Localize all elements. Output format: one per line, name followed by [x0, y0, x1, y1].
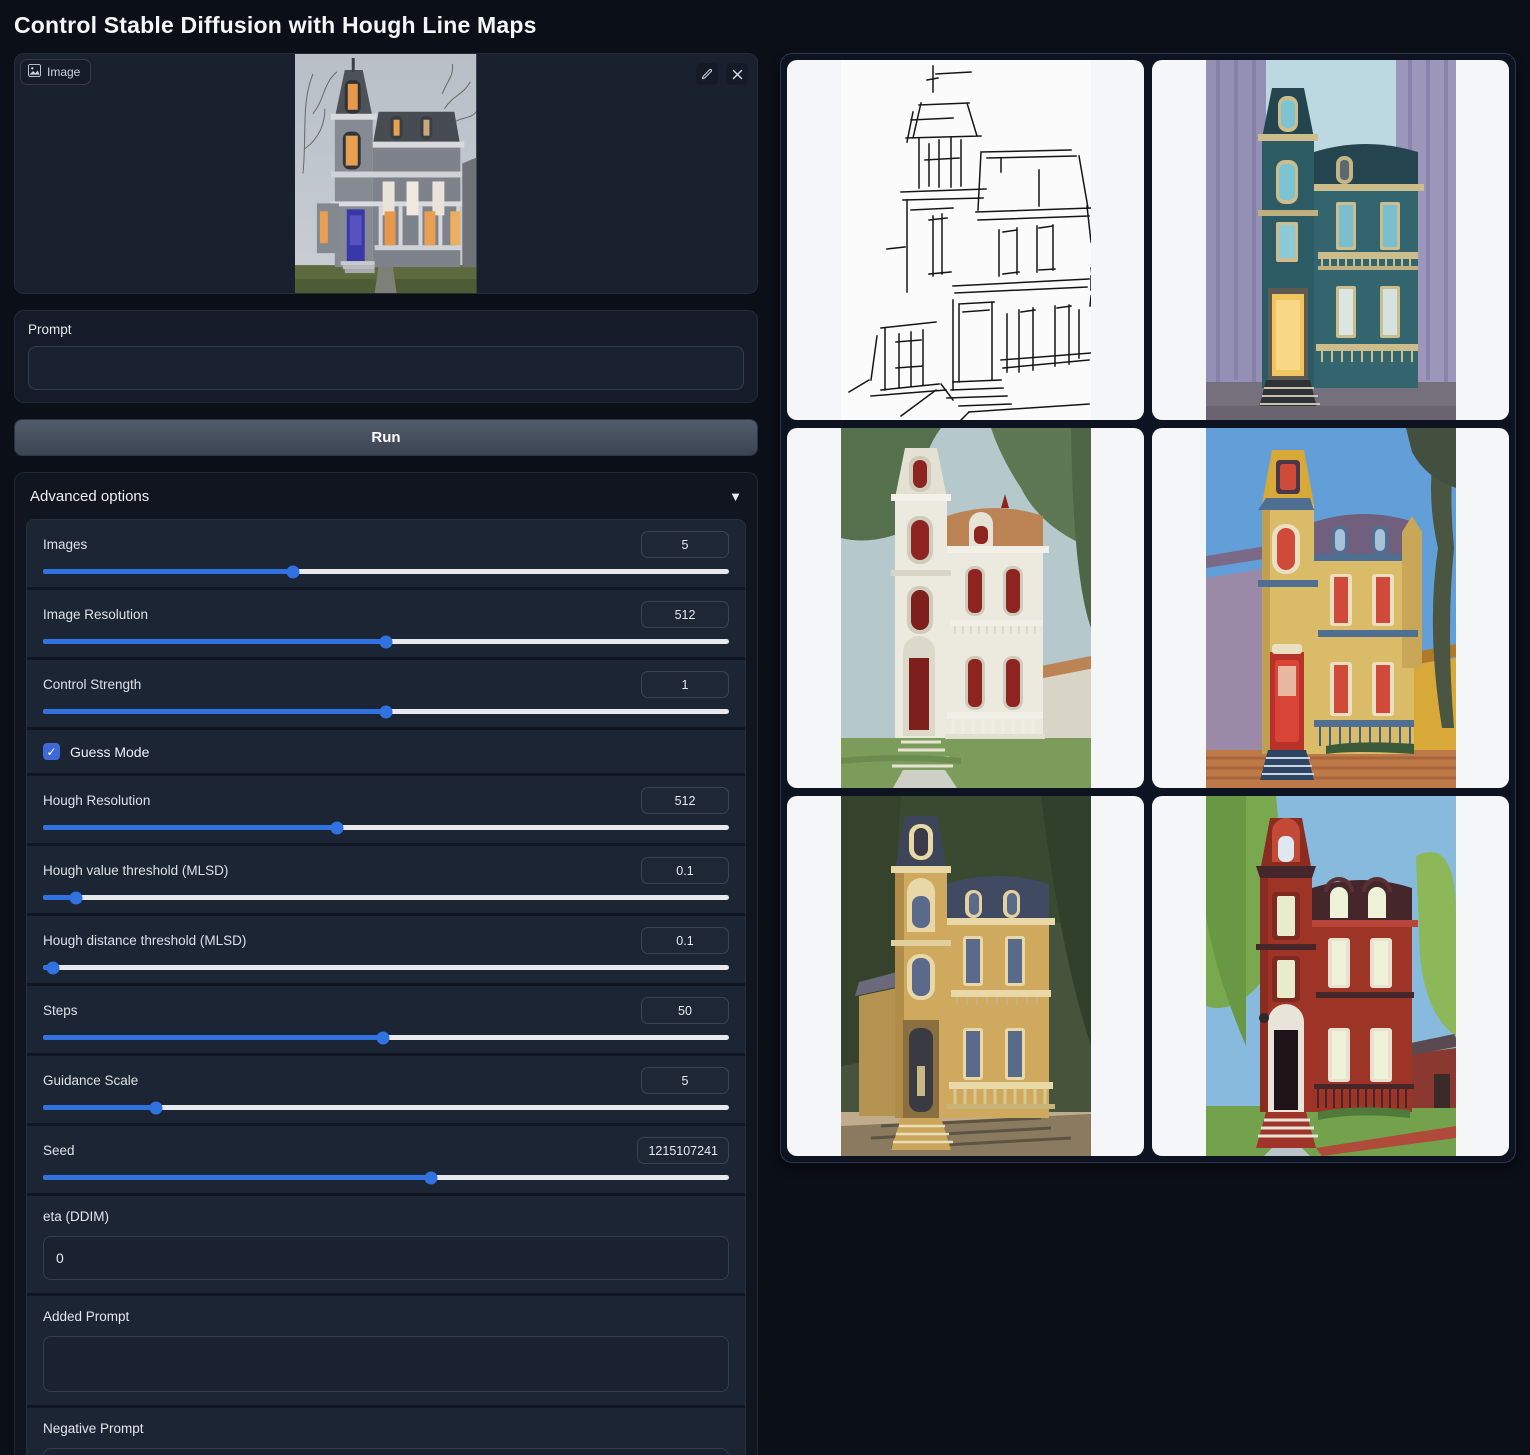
slider-value-input[interactable]: 512 [641, 601, 729, 628]
added-prompt-row: Added Prompt [27, 1296, 745, 1408]
advanced-options-title: Advanced options [30, 488, 149, 505]
slider-value-input[interactable]: 1 [641, 671, 729, 698]
prompt-block: Prompt [14, 310, 758, 403]
slider-thumb[interactable] [331, 821, 344, 834]
slider-label: Guidance Scale [43, 1073, 138, 1088]
slider-hough-resolution: Hough Resolution 512 [27, 776, 745, 846]
image-input-widget[interactable]: Image [14, 53, 758, 294]
slider-control-strength: Control Strength 1 [27, 660, 745, 730]
slider-thumb[interactable] [46, 961, 59, 974]
slider-value-input[interactable]: 5 [641, 1067, 729, 1094]
slider-thumb[interactable] [150, 1101, 163, 1114]
slider-label: Images [43, 537, 87, 552]
controls-column: Image [14, 53, 758, 1455]
uploaded-house-photo [14, 53, 758, 294]
gallery-item-teal-victorian-painting[interactable] [1152, 60, 1509, 420]
slider-steps: Steps 50 [27, 986, 745, 1056]
result-gallery [780, 53, 1516, 1163]
slider-label: Image Resolution [43, 607, 148, 622]
slider-label: Hough value threshold (MLSD) [43, 863, 228, 878]
advanced-options-header[interactable]: Advanced options ▼ [26, 484, 746, 519]
slider-track[interactable] [43, 965, 729, 970]
slider-value-input[interactable]: 512 [641, 787, 729, 814]
slider-value-input[interactable]: 0.1 [641, 927, 729, 954]
negative-prompt-input[interactable] [43, 1448, 729, 1455]
guess-mode-row[interactable]: ✓ Guess Mode [27, 730, 745, 776]
slider-thumb[interactable] [380, 635, 393, 648]
edit-image-button[interactable] [696, 63, 718, 85]
guess-mode-label: Guess Mode [70, 744, 149, 760]
advanced-options-accordion: Advanced options ▼ Images 5 Imag [14, 472, 758, 1455]
slider-track[interactable] [43, 895, 729, 900]
eta-ddim-label: eta (DDIM) [43, 1209, 729, 1224]
image-icon [28, 64, 41, 80]
slider-label: Hough Resolution [43, 793, 150, 808]
pencil-icon [701, 68, 713, 80]
slider-track[interactable] [43, 825, 729, 830]
added-prompt-input[interactable] [43, 1336, 729, 1392]
slider-image-resolution: Image Resolution 512 [27, 590, 745, 660]
prompt-label: Prompt [28, 322, 744, 337]
advanced-options-form: Images 5 Image Resolution 512 [26, 519, 746, 1455]
close-icon [732, 69, 743, 80]
slider-images: Images 5 [27, 520, 745, 590]
app-window: Control Stable Diffusion with Hough Line… [0, 0, 1530, 1455]
slider-track[interactable] [43, 709, 729, 714]
clear-image-button[interactable] [726, 63, 748, 85]
slider-thumb[interactable] [286, 565, 299, 578]
slider-label: Seed [43, 1143, 75, 1158]
page-title: Control Stable Diffusion with Hough Line… [14, 12, 1516, 39]
gallery-item-white-victorian-painting[interactable] [787, 428, 1144, 788]
slider-value-input[interactable]: 0.1 [641, 857, 729, 884]
negative-prompt-row: Negative Prompt [27, 1408, 745, 1455]
slider-value-input[interactable]: 50 [641, 997, 729, 1024]
gallery-item-red-brick-victorian-painting[interactable] [1152, 796, 1509, 1156]
slider-guidance-scale: Guidance Scale 5 [27, 1056, 745, 1126]
gallery-item-yellow-blue-victorian-painting[interactable] [1152, 428, 1509, 788]
prompt-input[interactable] [28, 346, 744, 390]
slider-track[interactable] [43, 1035, 729, 1040]
run-button[interactable]: Run [14, 419, 758, 456]
gallery-item-gold-victorian-painting[interactable] [787, 796, 1144, 1156]
chevron-down-icon[interactable]: ▼ [729, 489, 742, 504]
slider-track[interactable] [43, 1175, 729, 1180]
eta-ddim-row: eta (DDIM) 0 [27, 1196, 745, 1296]
gallery-item-hough-line-map[interactable] [787, 60, 1144, 420]
slider-track[interactable] [43, 569, 729, 574]
guess-mode-checkbox[interactable]: ✓ [43, 743, 60, 760]
slider-seed: Seed 1215107241 [27, 1126, 745, 1196]
slider-label: Hough distance threshold (MLSD) [43, 933, 246, 948]
slider-value-input[interactable]: 1215107241 [637, 1137, 729, 1164]
slider-thumb[interactable] [69, 891, 82, 904]
slider-track[interactable] [43, 1105, 729, 1110]
slider-thumb[interactable] [425, 1171, 438, 1184]
slider-track[interactable] [43, 639, 729, 644]
added-prompt-label: Added Prompt [43, 1309, 729, 1324]
eta-ddim-input[interactable]: 0 [43, 1236, 729, 1280]
slider-thumb[interactable] [376, 1031, 389, 1044]
slider-hough-distance-threshold: Hough distance threshold (MLSD) 0.1 [27, 916, 745, 986]
image-input-label: Image [20, 59, 91, 85]
slider-value-input[interactable]: 5 [641, 531, 729, 558]
negative-prompt-label: Negative Prompt [43, 1421, 729, 1436]
slider-hough-value-threshold: Hough value threshold (MLSD) 0.1 [27, 846, 745, 916]
slider-label: Control Strength [43, 677, 141, 692]
slider-thumb[interactable] [380, 705, 393, 718]
slider-label: Steps [43, 1003, 78, 1018]
image-input-label-text: Image [47, 65, 80, 79]
